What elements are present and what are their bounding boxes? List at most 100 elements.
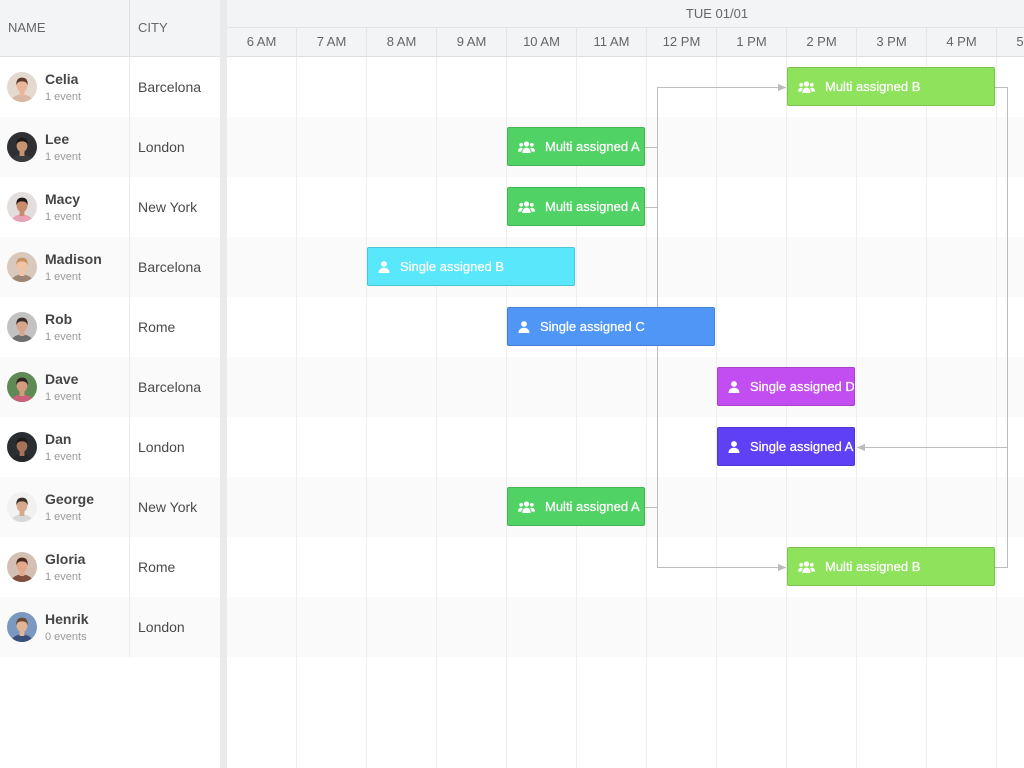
timeline-body[interactable]: Multi assigned B Multi assigned A Multi as…	[227, 57, 1024, 768]
user-icon	[518, 320, 530, 333]
event-count: 1 event	[45, 511, 82, 523]
event-bar[interactable]: Multi assigned A	[507, 127, 645, 166]
event-bar[interactable]: Multi assigned A	[507, 187, 645, 226]
resource-name: Rob	[45, 311, 73, 327]
event-count: 1 event	[45, 331, 82, 343]
avatar	[7, 312, 37, 342]
resource-name: Madison	[45, 251, 102, 267]
resource-row[interactable]: Gloria 1 event Rome	[0, 537, 220, 597]
city-cell[interactable]: New York	[130, 477, 220, 537]
name-cell[interactable]: Celia 1 event	[0, 57, 130, 117]
event-bar[interactable]: Single assigned D	[717, 367, 855, 406]
resource-row[interactable]: Lee 1 event London	[0, 117, 220, 177]
resource-row[interactable]: Celia 1 event Barcelona	[0, 57, 220, 117]
resource-row[interactable]: Madison 1 event Barcelona	[0, 237, 220, 297]
resource-row[interactable]: Rob 1 event Rome	[0, 297, 220, 357]
dependency-line[interactable]	[645, 507, 786, 571]
event-bar[interactable]: Multi assigned A	[507, 487, 645, 526]
hour-header-cell: 8 AM	[367, 28, 437, 56]
resource-grid: NAME CITY Celia 1 event Barcelona Lee 1 even…	[0, 0, 220, 768]
event-count: 1 event	[45, 391, 82, 403]
city-cell[interactable]: London	[130, 597, 220, 657]
name-cell[interactable]: Gloria 1 event	[0, 537, 130, 597]
resource-rows: Celia 1 event Barcelona Lee 1 event London Mac…	[0, 57, 220, 657]
event-name: Single assigned B	[400, 259, 505, 274]
name-cell[interactable]: George 1 event	[0, 477, 130, 537]
event-name: Multi assigned B	[825, 79, 921, 94]
event-name: Single assigned C	[540, 319, 645, 334]
avatar	[7, 492, 37, 522]
hour-header-cell: 7 AM	[297, 28, 367, 56]
name-cell[interactable]: Dave 1 event	[0, 357, 130, 417]
city-cell[interactable]: Barcelona	[130, 57, 220, 117]
day-header: TUE 01/01	[685, 6, 749, 21]
event-name: Multi assigned B	[825, 559, 921, 574]
scheduler: NAME CITY Celia 1 event Barcelona Lee 1 even…	[0, 0, 1024, 768]
dependency-line[interactable]	[857, 87, 1008, 451]
event-count: 1 event	[45, 211, 82, 223]
city-cell[interactable]: Rome	[130, 297, 220, 357]
resource-row[interactable]: Henrik 0 events London	[0, 597, 220, 657]
event-count: 1 event	[45, 451, 82, 463]
event-bar[interactable]: Single assigned C	[507, 307, 715, 346]
timeline: TUE 01/01 6 AM 7 AM 8 AM 9 AM 10 AM 11 AM 12 P…	[227, 0, 1024, 768]
event-name: Multi assigned A	[545, 499, 640, 514]
city-cell[interactable]: London	[130, 417, 220, 477]
users-icon	[518, 500, 535, 513]
dependency-line[interactable]	[645, 147, 786, 571]
name-cell[interactable]: Madison 1 event	[0, 237, 130, 297]
users-icon	[518, 200, 535, 213]
name-cell[interactable]: Rob 1 event	[0, 297, 130, 357]
avatar	[7, 432, 37, 462]
event-name: Multi assigned A	[545, 139, 640, 154]
event-count: 1 event	[45, 271, 82, 283]
resource-row[interactable]: Dan 1 event London	[0, 417, 220, 477]
city-cell[interactable]: Barcelona	[130, 357, 220, 417]
user-icon	[728, 440, 740, 453]
day-header-row: TUE 01/01	[227, 0, 1024, 28]
city-column-header[interactable]: CITY	[130, 0, 220, 56]
resource-name: Dan	[45, 431, 72, 447]
avatar	[7, 552, 37, 582]
avatar	[7, 252, 37, 282]
resource-name: Macy	[45, 191, 81, 207]
city-cell[interactable]: New York	[130, 177, 220, 237]
name-column-header[interactable]: NAME	[0, 0, 130, 56]
resource-row[interactable]: George 1 event New York	[0, 477, 220, 537]
name-cell[interactable]: Lee 1 event	[0, 117, 130, 177]
name-cell[interactable]: Henrik 0 events	[0, 597, 130, 657]
city-cell[interactable]: Barcelona	[130, 237, 220, 297]
resource-name: George	[45, 491, 95, 507]
dependency-line[interactable]	[645, 84, 786, 148]
avatar	[7, 132, 37, 162]
users-icon	[798, 80, 815, 93]
avatar	[7, 72, 37, 102]
resource-row[interactable]: Macy 1 event New York	[0, 177, 220, 237]
event-bar[interactable]: Single assigned B	[367, 247, 575, 286]
resource-name: Gloria	[45, 551, 86, 567]
resource-name: Lee	[45, 131, 70, 147]
name-cell[interactable]: Dan 1 event	[0, 417, 130, 477]
user-icon	[728, 380, 740, 393]
users-icon	[798, 560, 815, 573]
city-cell[interactable]: Rome	[130, 537, 220, 597]
city-cell[interactable]: London	[130, 117, 220, 177]
event-bar[interactable]: Single assigned A	[717, 427, 855, 466]
resource-row[interactable]: Dave 1 event Barcelona	[0, 357, 220, 417]
event-bar[interactable]: Multi assigned B	[787, 547, 995, 586]
users-icon	[518, 140, 535, 153]
name-cell[interactable]: Macy 1 event	[0, 177, 130, 237]
hour-header-row: 6 AM 7 AM 8 AM 9 AM 10 AM 11 AM 12 PM 1 PM 2 PM 3…	[227, 28, 1024, 56]
dependency-line[interactable]	[645, 84, 786, 208]
resource-name: Henrik	[45, 611, 89, 627]
hour-header-cell: 6 AM	[227, 28, 297, 56]
resource-name: Dave	[45, 371, 79, 387]
pane-splitter[interactable]	[220, 0, 227, 768]
event-bar[interactable]: Multi assigned B	[787, 67, 995, 106]
event-count: 0 events	[45, 631, 87, 643]
resource-name: Celia	[45, 71, 79, 87]
event-count: 1 event	[45, 91, 82, 103]
hour-header-cell: 3 PM	[857, 28, 927, 56]
user-icon	[378, 260, 390, 273]
hour-header-cell: 11 AM	[577, 28, 647, 56]
